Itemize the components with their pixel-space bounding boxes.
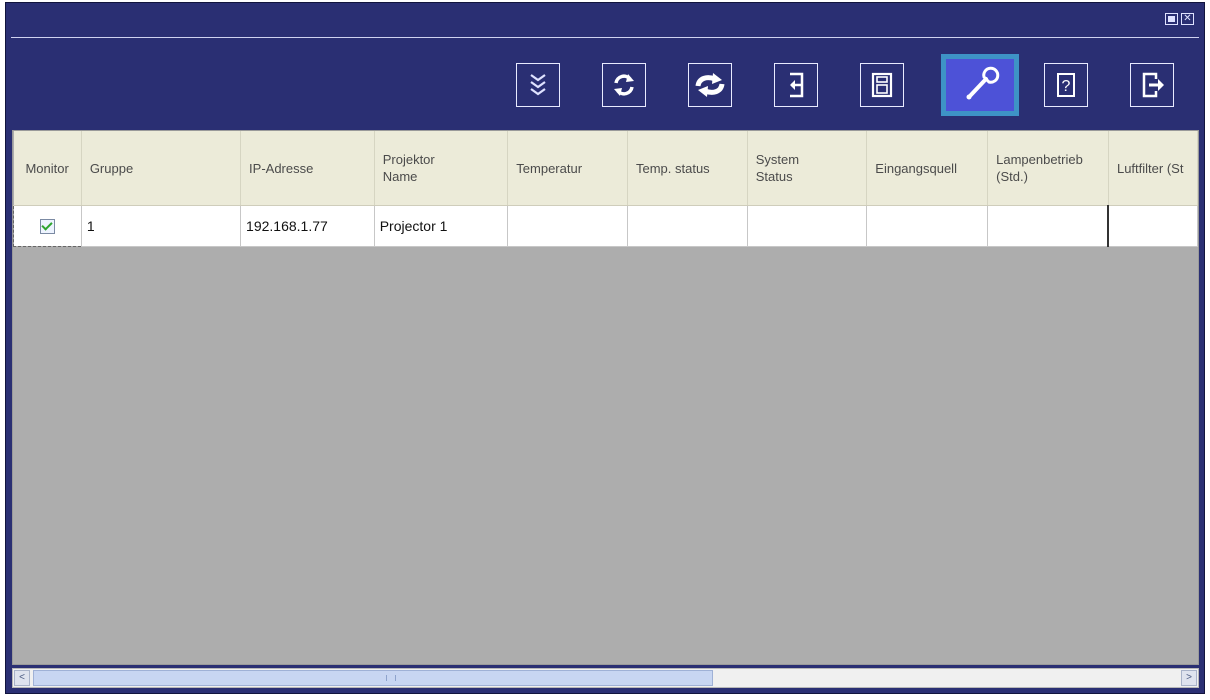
header-system-status[interactable]: System Status [747,131,868,206]
header-eingangsquelle[interactable]: Eingangsquell [866,131,989,206]
eingangsquelle-cell[interactable] [866,205,989,247]
import-button[interactable] [774,63,818,107]
toolbar: ? [6,41,1204,131]
help-button[interactable]: ? [1044,63,1088,107]
header-lampenbetrieb[interactable]: Lampenbetrieb (Std.) [987,131,1109,206]
minimize-icon[interactable] [1165,13,1178,25]
scroll-thumb[interactable] [33,670,713,686]
title-bar: ✕ [11,7,1199,38]
header-gruppe[interactable]: Gruppe [81,131,242,206]
app-window: ✕ ? Monitor Gruppe IP-Adresse Projektor … [5,2,1205,694]
close-icon[interactable]: ✕ [1181,13,1194,25]
scroll-grip-icon [386,675,396,681]
header-luftfilter[interactable]: Luftfilter (St [1108,131,1198,206]
header-ip-adresse[interactable]: IP-Adresse [240,131,375,206]
system-status-cell[interactable] [746,205,868,247]
refresh-button[interactable] [602,63,646,107]
exit-icon [1142,72,1164,98]
sync-icon [695,73,725,97]
header-monitor[interactable]: Monitor [13,131,82,206]
luftfilter-cell[interactable] [1107,205,1198,247]
temp-status-cell[interactable] [626,205,748,247]
header-row: Monitor Gruppe IP-Adresse Projektor Name… [13,131,1198,206]
horizontal-scrollbar[interactable]: < > [12,668,1199,688]
temperatur-cell[interactable] [507,205,628,247]
ip-cell[interactable]: 192.168.1.77 [240,205,375,247]
gruppe-cell[interactable]: 1 [80,205,242,247]
collapse-button[interactable] [516,63,560,107]
name-cell[interactable]: Projector 1 [373,205,509,247]
table-row[interactable]: 1 192.168.1.77 Projector 1 [13,205,1198,247]
header-temp-status[interactable]: Temp. status [627,131,748,206]
monitor-cell[interactable] [13,205,82,247]
settings-button[interactable] [941,54,1019,116]
scroll-left-button[interactable]: < [14,670,30,686]
triple-chevron-down-icon [530,74,546,96]
help-icon: ? [1057,73,1075,97]
wrench-icon [966,66,1000,100]
exit-button[interactable] [1130,63,1174,107]
import-icon [790,72,804,98]
save-button[interactable] [860,63,904,107]
header-projektor-name[interactable]: Projektor Name [374,131,509,206]
projector-table: Monitor Gruppe IP-Adresse Projektor Name… [12,130,1199,665]
data-table: Monitor Gruppe IP-Adresse Projektor Name… [13,131,1198,247]
lampenbetrieb-cell[interactable] [987,205,1109,247]
header-temperatur[interactable]: Temperatur [507,131,628,206]
scroll-right-button[interactable]: > [1181,670,1197,686]
sync-button[interactable] [688,63,732,107]
refresh-icon [614,74,634,96]
monitor-checkbox[interactable] [39,219,55,235]
svg-text:?: ? [1062,78,1071,95]
save-icon [871,72,893,98]
